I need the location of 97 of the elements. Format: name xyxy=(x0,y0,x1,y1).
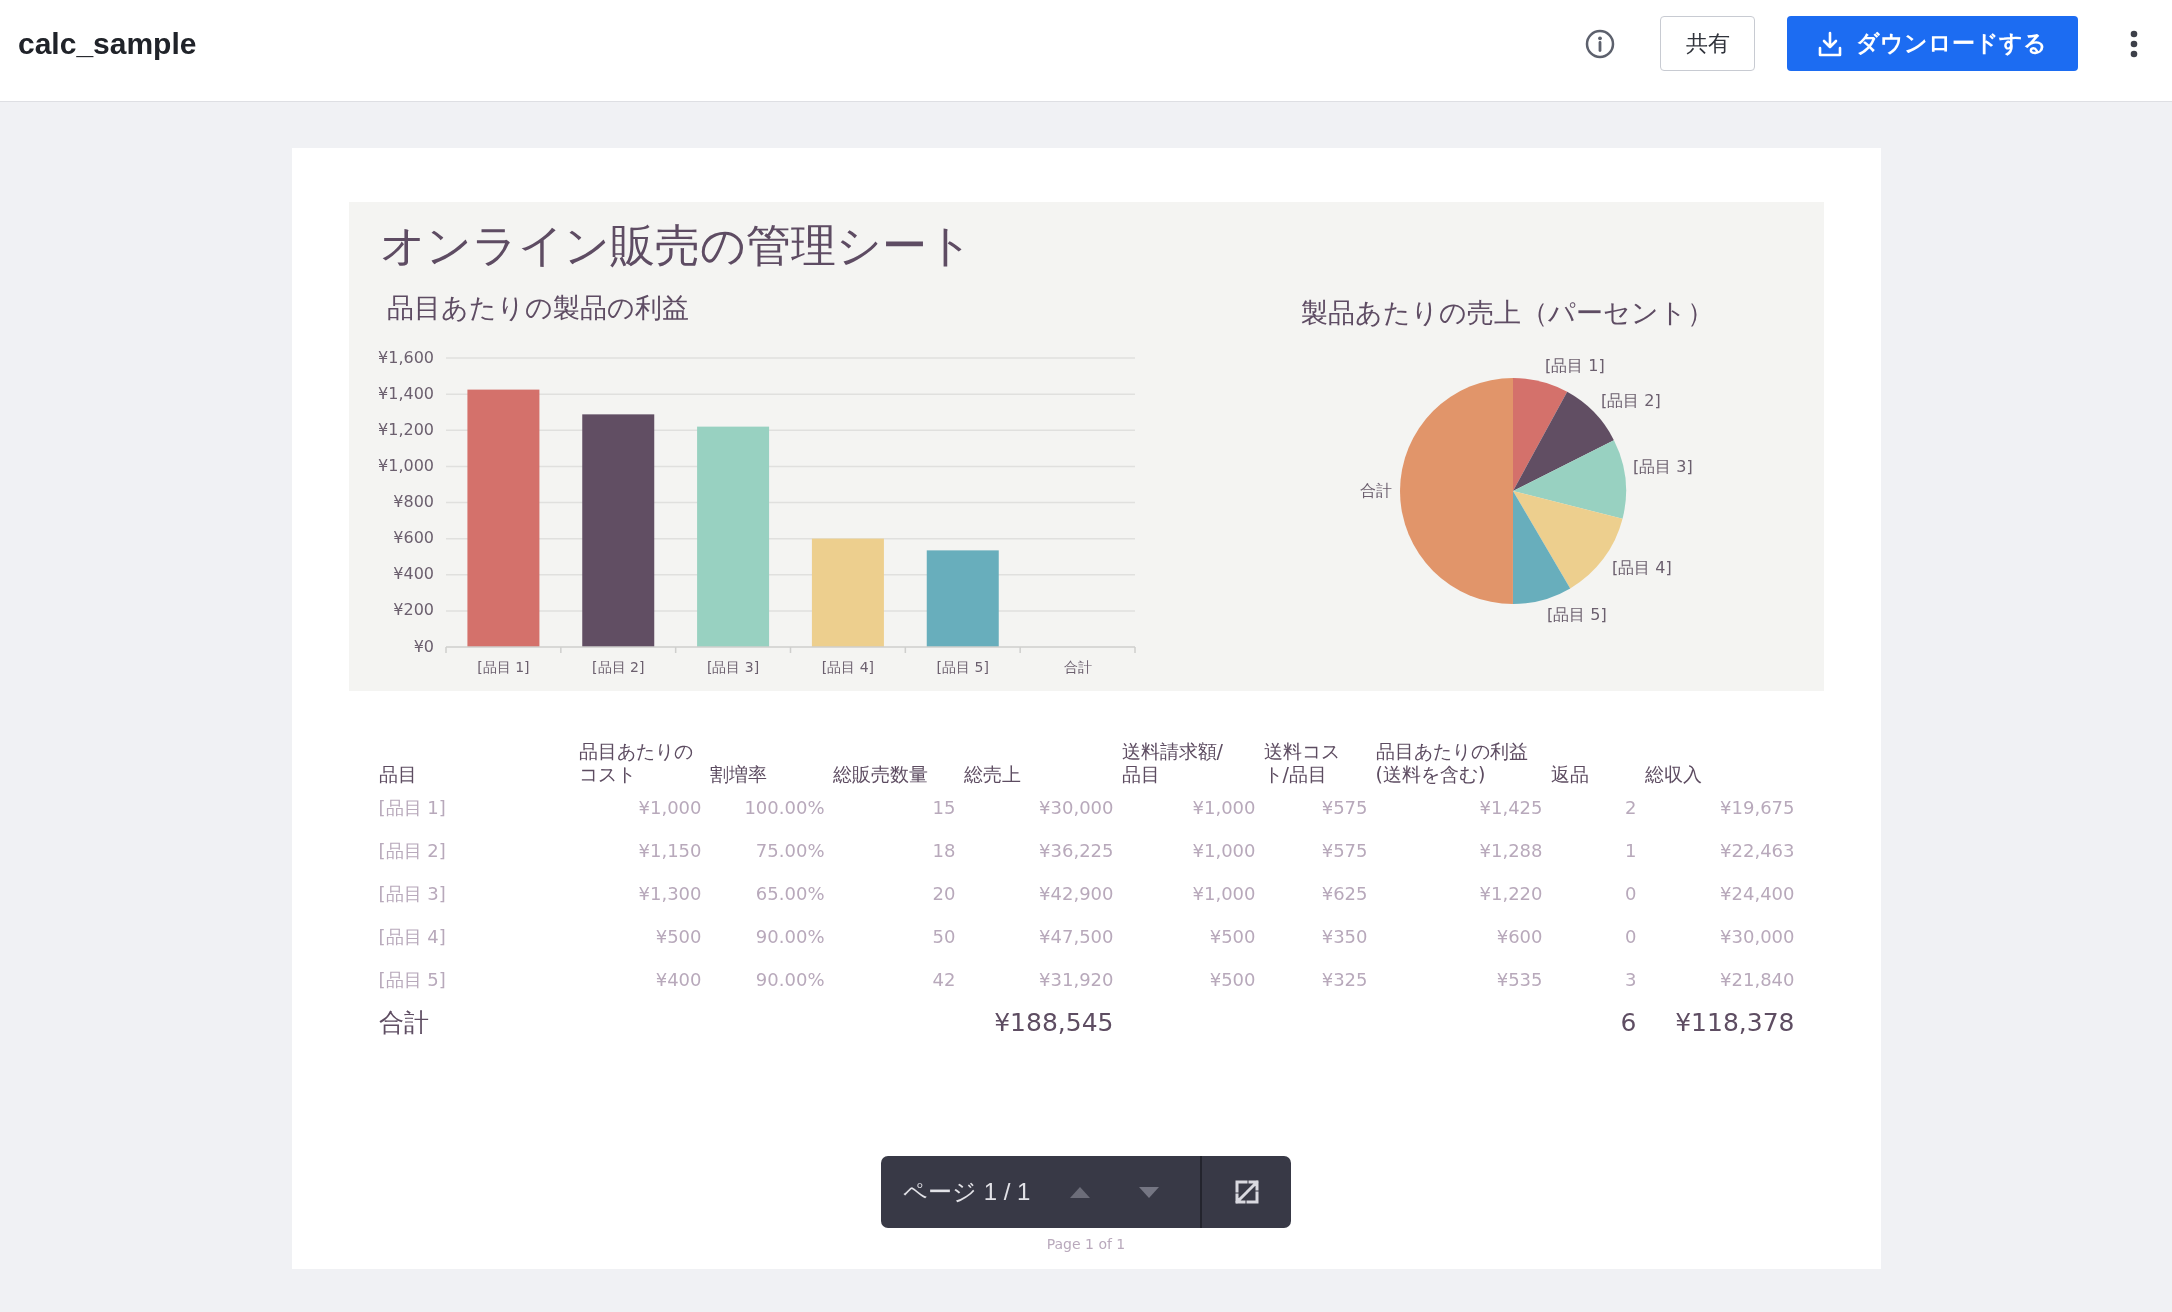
table-cell-text: 15 xyxy=(932,796,956,820)
axis-tick-label: ¥1,200 xyxy=(377,419,434,439)
column-header: 送料請求額/品目 xyxy=(1121,740,1224,786)
table-cell-text: [品目 1] xyxy=(378,796,446,820)
column-header: 品目 xyxy=(378,763,417,786)
table-cell-text: 0 xyxy=(1625,882,1637,906)
total-cell-text: ¥188,545 xyxy=(994,1006,1114,1039)
table-cell-text: ¥22,463 xyxy=(1720,839,1795,863)
table-cell-text: ¥1,000 xyxy=(638,796,702,820)
slice-label: [品目 4] xyxy=(1611,557,1672,577)
table-cell-text: ¥500 xyxy=(1209,968,1256,992)
expand-icon xyxy=(1233,1179,1260,1205)
table-cell-text: 42 xyxy=(932,968,956,992)
axis-tick-label: ¥200 xyxy=(392,600,434,620)
total-label: 合計 xyxy=(378,1006,429,1039)
page-indicator: ページ 1 / 1 xyxy=(903,1177,1031,1207)
table-cell-text: ¥350 xyxy=(1321,925,1368,949)
table-cell-text: ¥575 xyxy=(1321,796,1368,820)
table-cell-text: ¥1,300 xyxy=(638,882,702,906)
table-cell-text: ¥36,225 xyxy=(1039,839,1114,863)
table-cell-text: ¥1,000 xyxy=(1192,882,1256,906)
axis-tick-label: ¥1,400 xyxy=(377,383,434,403)
table-cell-text: 90.00% xyxy=(755,968,825,992)
table-cell-text: ¥47,500 xyxy=(1039,925,1114,949)
slice-label: [品目 2] xyxy=(1600,390,1661,410)
total-cell-text: ¥118,378 xyxy=(1675,1006,1795,1039)
table-cell-text: ¥19,675 xyxy=(1720,796,1795,820)
table-cell-text: 2 xyxy=(1625,796,1637,820)
axis-tick-label: ¥1,600 xyxy=(377,347,434,367)
slice-label: [品目 5] xyxy=(1546,604,1607,624)
category-label: [品目 4] xyxy=(821,659,874,675)
table-cell-text: ¥625 xyxy=(1321,882,1368,906)
table-cell-text: 100.00% xyxy=(744,796,825,820)
axis-tick-label: ¥400 xyxy=(392,564,434,584)
table-cell-text: ¥1,220 xyxy=(1479,882,1543,906)
table-cell-text: 3 xyxy=(1625,968,1637,992)
table-cell-text: ¥1,425 xyxy=(1479,796,1543,820)
total-cell-text: 6 xyxy=(1620,1006,1637,1039)
axis-tick-label: ¥1,000 xyxy=(377,455,434,475)
column-header: 送料コスト/品目 xyxy=(1263,740,1341,786)
category-label: 合計 xyxy=(1063,659,1092,675)
document-title: calc_sample xyxy=(18,26,197,62)
table-cell-text: ¥1,000 xyxy=(1192,796,1256,820)
page-footer-text: Page 1 of 1 xyxy=(1046,1235,1126,1254)
table-cell-text: ¥31,920 xyxy=(1039,968,1114,992)
table-cell-text: 20 xyxy=(932,882,956,906)
axis-tick-label: ¥600 xyxy=(392,528,434,548)
category-label: [品目 3] xyxy=(706,659,759,675)
column-header: 総売上 xyxy=(963,763,1021,786)
chart-title: 製品あたりの売上（パーセント） xyxy=(1300,296,1714,330)
info-icon[interactable] xyxy=(1585,28,1615,59)
table-cell-text: ¥600 xyxy=(1496,925,1543,949)
table-cell-text: ¥325 xyxy=(1321,968,1368,992)
axis-tick-label: ¥0 xyxy=(413,636,434,656)
table-cell-text: ¥1,288 xyxy=(1479,839,1543,863)
download-icon xyxy=(1818,30,1842,57)
table-cell-text: ¥42,900 xyxy=(1039,882,1114,906)
table-cell-text: 1 xyxy=(1625,839,1637,863)
table-cell-text: ¥500 xyxy=(1209,925,1256,949)
download-button[interactable]: ダウンロードする xyxy=(1787,16,2078,71)
axis-tick-label: ¥800 xyxy=(392,492,434,511)
table-cell-text: ¥24,400 xyxy=(1720,882,1795,906)
sheet-title: オンライン販売の管理シート xyxy=(379,218,973,274)
table-cell-text: ¥400 xyxy=(655,968,702,992)
slice-label: [品目 3] xyxy=(1632,456,1693,476)
table-cell-text: 0 xyxy=(1625,925,1637,949)
column-header: 総収入 xyxy=(1644,763,1702,786)
table-cell-text: [品目 4] xyxy=(378,925,446,949)
category-label: [品目 2] xyxy=(591,659,644,675)
table-cell-text: [品目 3] xyxy=(378,882,446,906)
table-cell-text: 18 xyxy=(932,839,956,863)
table-cell-text: ¥1,000 xyxy=(1192,839,1256,863)
column-header: 品目あたりのコスト xyxy=(578,740,694,786)
table-cell-text: ¥30,000 xyxy=(1720,925,1795,949)
category-label: [品目 5] xyxy=(936,659,989,675)
table-cell-text: 50 xyxy=(932,925,956,949)
table-cell-text: ¥500 xyxy=(655,925,702,949)
column-header: 総販売数量 xyxy=(832,763,928,786)
table-cell-text: ¥535 xyxy=(1496,968,1543,992)
column-header: 割増率 xyxy=(709,763,767,786)
chart-title: 品目あたりの製品の利益 xyxy=(386,291,689,325)
table-cell-text: ¥1,150 xyxy=(638,839,702,863)
table-cell-text: 90.00% xyxy=(755,925,825,949)
table-cell-text: ¥21,840 xyxy=(1720,968,1795,992)
table-cell-text: [品目 5] xyxy=(378,968,446,992)
table-cell-text: ¥575 xyxy=(1321,839,1368,863)
table-cell-text: 75.00% xyxy=(755,839,825,863)
slice-label: [品目 1] xyxy=(1544,355,1605,375)
column-header: 品目あたりの利益(送料を含む) xyxy=(1375,740,1529,786)
table-cell-text: ¥30,000 xyxy=(1039,796,1114,820)
column-header: 返品 xyxy=(1550,763,1589,786)
slice-label: 合計 xyxy=(1359,480,1392,500)
share-button[interactable]: 共有 xyxy=(1660,16,1755,71)
category-label: [品目 1] xyxy=(476,659,530,675)
table-cell-text: [品目 2] xyxy=(378,839,446,863)
table-cell-text: 65.00% xyxy=(755,882,825,906)
more-options-icon[interactable] xyxy=(2130,29,2138,58)
